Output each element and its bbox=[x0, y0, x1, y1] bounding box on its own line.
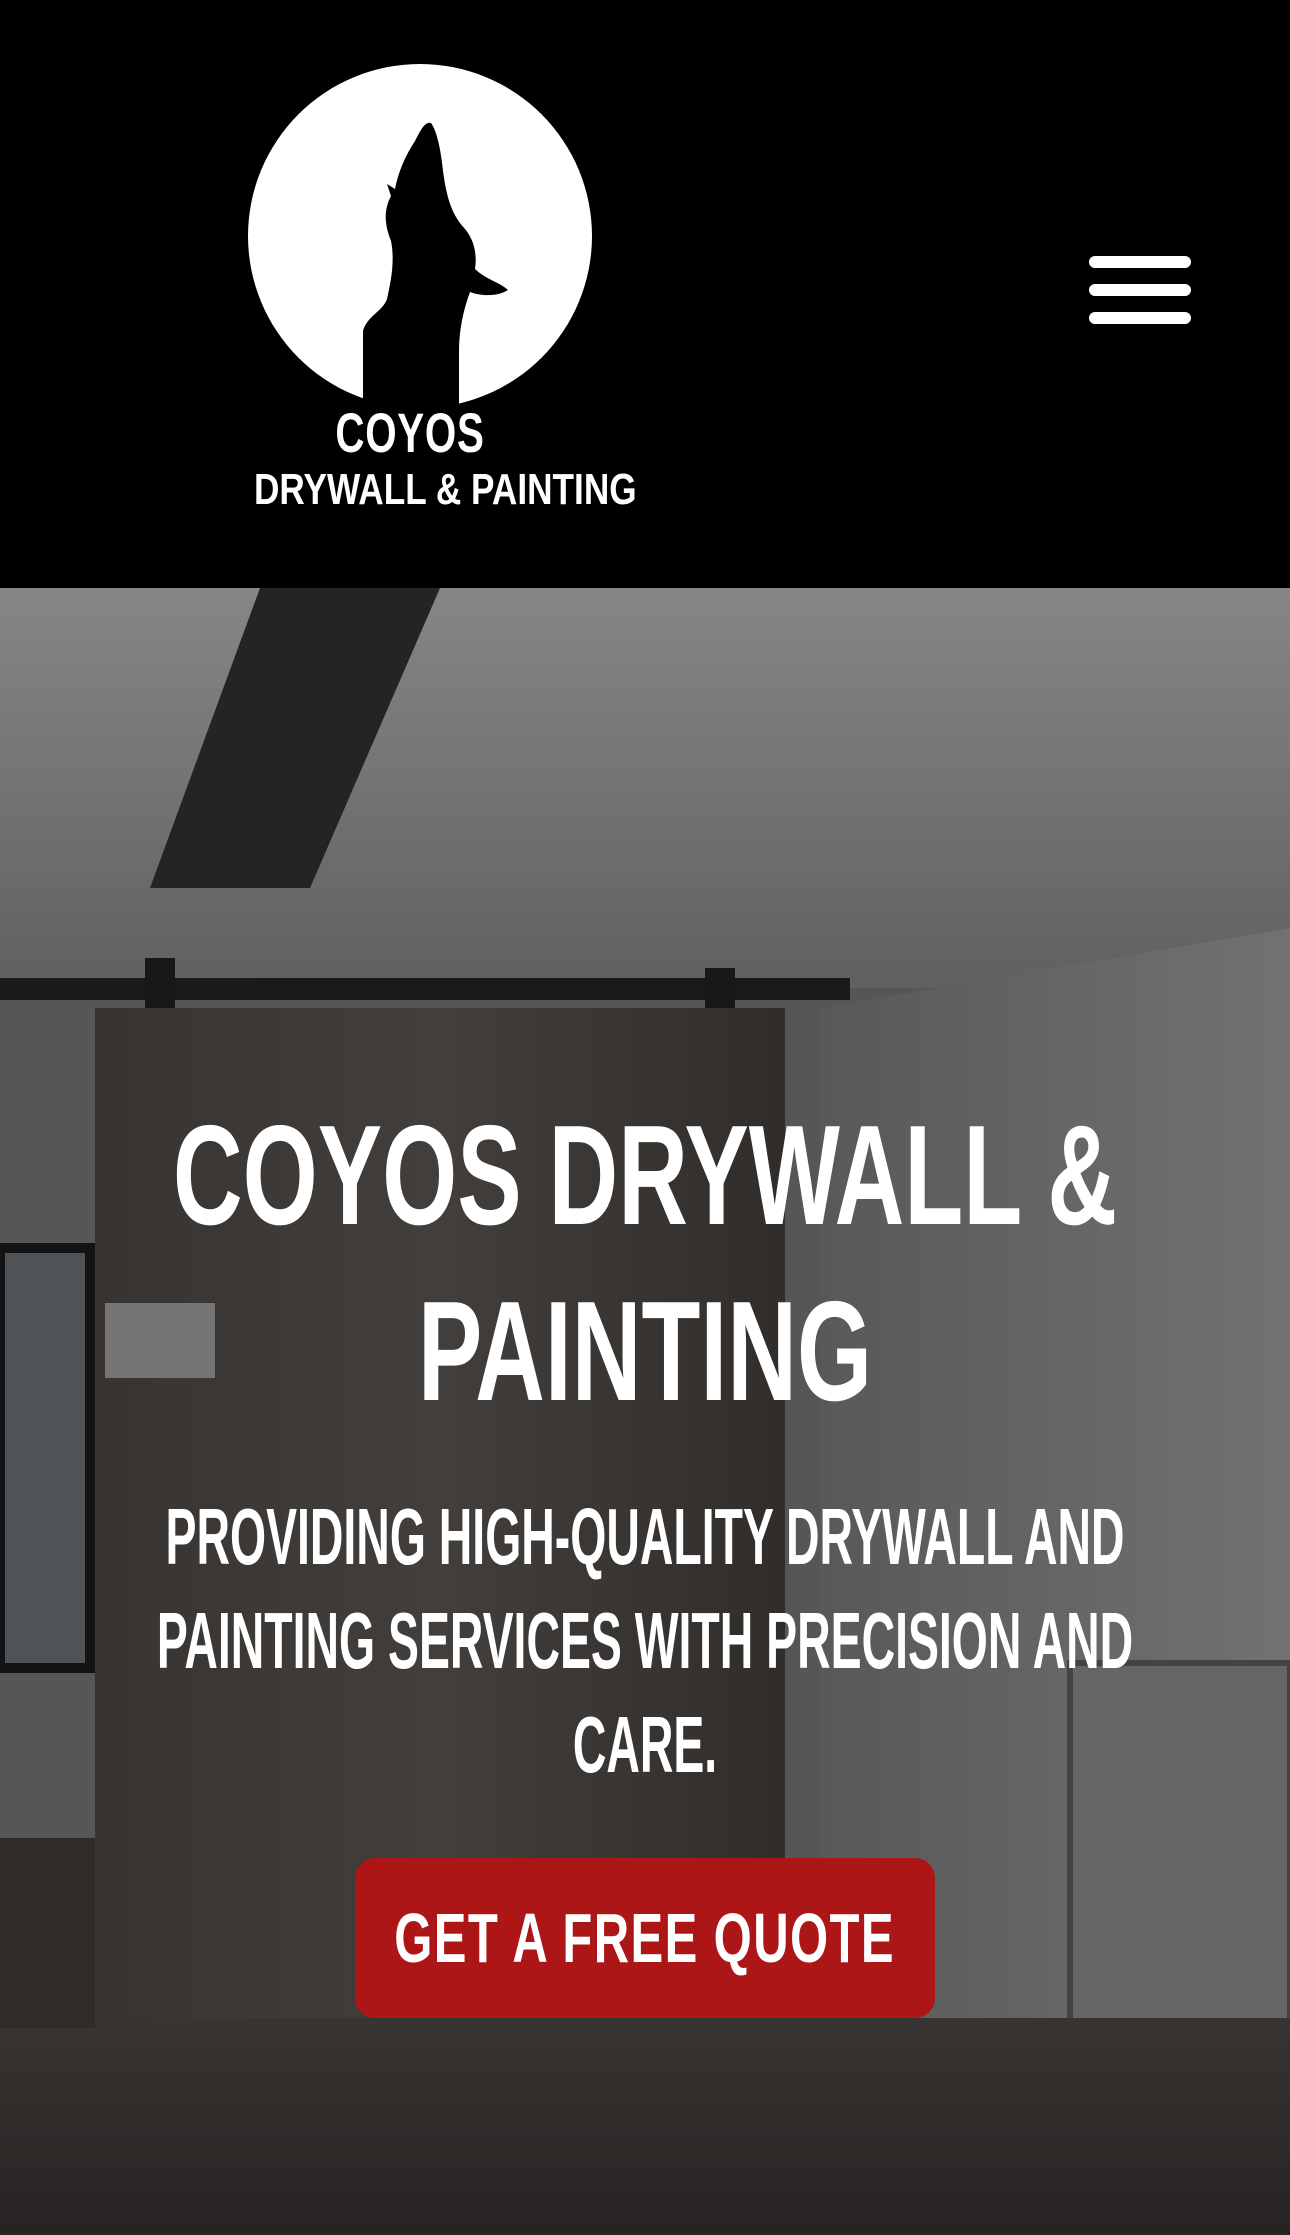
menu-bar bbox=[1089, 284, 1191, 296]
hamburger-menu-icon[interactable] bbox=[1085, 254, 1195, 334]
get-free-quote-button[interactable]: GET A FREE QUOTE bbox=[355, 1858, 935, 2018]
hero-title: COYOS DRYWALL & PAINTING bbox=[172, 1096, 1118, 1431]
site-header: COYOS DRYWALL & PAINTING bbox=[0, 0, 1290, 588]
howling-coyote-moon-icon bbox=[248, 64, 592, 411]
logo-name: COYOS bbox=[335, 401, 485, 464]
cta-label: GET A FREE QUOTE bbox=[394, 1899, 896, 1977]
menu-bar bbox=[1089, 312, 1191, 324]
hero-content: COYOS DRYWALL & PAINTING PROVIDING HIGH-… bbox=[0, 588, 1290, 2235]
logo-tagline: DRYWALL & PAINTING bbox=[254, 465, 637, 514]
site-logo[interactable]: COYOS DRYWALL & PAINTING bbox=[215, 55, 637, 525]
hero-subtitle: PROVIDING HIGH-QUALITY DRYWALL AND PAINT… bbox=[156, 1492, 1134, 1789]
hero-section: COYOS DRYWALL & PAINTING PROVIDING HIGH-… bbox=[0, 588, 1290, 2235]
menu-bar bbox=[1089, 256, 1191, 268]
